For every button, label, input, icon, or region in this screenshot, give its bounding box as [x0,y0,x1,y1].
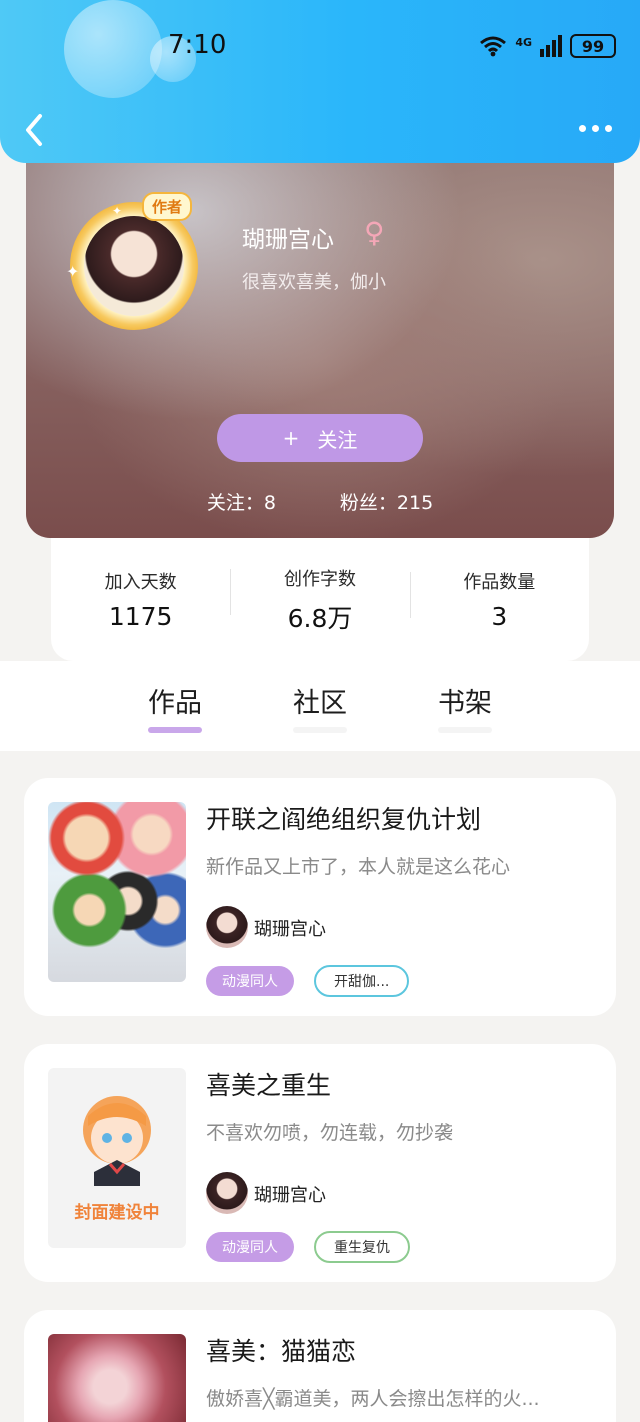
work-description: 新作品又上市了，本人就是这么花心 [206,856,511,878]
follow-counts: 关注：8 粉丝：215 [26,488,614,515]
stat-value: 6.8万 [287,603,353,633]
battery-indicator: 99 [570,34,616,58]
wifi-icon [480,36,507,57]
status-icons: 4G 99 [479,34,616,58]
follow-button[interactable]: + 关注 [217,414,423,462]
stat-value: 1175 [108,602,173,631]
sparkle-icon: ✦ [66,262,80,281]
sub-tag[interactable]: 重生复仇 [314,1231,410,1263]
work-author[interactable]: 瑚珊宫心 [254,915,326,941]
tab-indicator [438,727,492,733]
more-dots-icon [579,124,586,132]
back-button[interactable] [20,110,52,150]
tab-works[interactable]: 作品 [130,681,220,720]
stats-card: 加入天数 1175 创作字数 6.8万 作品数量 3 [51,536,589,661]
tab-community[interactable]: 社区 [275,681,365,720]
stat-label: 加入天数 [104,572,177,593]
work-description: 傲娇喜╳霸道美，两人会擦出怎样的火... [206,1388,540,1410]
work-title[interactable]: 喜美之重生 [206,1066,331,1102]
top-header: 7:10 4G 99 [0,0,640,163]
work-cover[interactable] [48,802,186,982]
plus-icon: + [282,426,300,450]
decorative-bubble [64,0,162,98]
tab-indicator [293,727,347,733]
network-type: 4G [515,36,532,49]
placeholder-mascot-icon [83,1096,151,1186]
stat-join-days: 加入天数 1175 [51,566,230,631]
follow-label: 关注 [317,427,358,452]
avatar [206,906,248,948]
stat-work-count: 作品数量 3 [409,566,589,631]
stat-word-count: 创作字数 6.8万 [230,563,409,635]
following-count[interactable]: 关注：8 [207,488,276,515]
work-card[interactable]: 封面建设中 喜美之重生 不喜欢勿喷，勿连载，勿抄袭 瑚珊宫心 动漫同人 重生复仇 [24,1044,616,1282]
author-badge: 作者 [142,192,193,221]
profile-card: 作者 ✦ ✦ 瑚珊宫心 ♀ 很喜欢喜美，伽小 + 关注 关注：8 粉丝：215 [26,140,614,538]
stat-label: 作品数量 [463,572,536,593]
signal-icon [540,35,562,57]
more-button[interactable] [579,118,612,138]
tab-bar: 作品 社区 书架 [0,661,640,751]
avatar [206,1172,248,1214]
work-author[interactable]: 瑚珊宫心 [254,1181,326,1207]
user-bio: 很喜欢喜美，伽小 [242,272,386,293]
work-title[interactable]: 喜美：猫猫恋 [206,1332,356,1368]
cover-placeholder-text: 封面建设中 [74,1203,160,1223]
tab-bookshelf[interactable]: 书架 [420,681,510,720]
stat-value: 3 [491,602,508,631]
female-icon: ♀ [364,216,385,249]
sub-tag[interactable]: 开甜伽... [314,965,410,997]
stat-label: 创作字数 [283,568,356,590]
active-tab-indicator [148,727,202,733]
avatar [84,216,184,316]
user-name: 瑚珊宫心 [242,227,334,253]
status-time: 7:10 [168,30,227,60]
genre-tag[interactable]: 动漫同人 [206,966,294,996]
work-card[interactable]: 喜美：猫猫恋 傲娇喜╳霸道美，两人会擦出怎样的火... [24,1310,616,1422]
fans-count[interactable]: 粉丝：215 [340,488,433,515]
work-cover[interactable] [48,1334,186,1422]
work-cover[interactable]: 封面建设中 [48,1068,186,1248]
work-description: 不喜欢勿喷，勿连载，勿抄袭 [206,1122,454,1144]
genre-tag[interactable]: 动漫同人 [206,1232,294,1262]
sparkle-icon: ✦ [112,204,123,218]
work-title[interactable]: 开联之阎绝组织复仇计划 [206,800,481,836]
author-avatar[interactable]: 作者 ✦ ✦ [66,192,200,330]
work-card[interactable]: 开联之阎绝组织复仇计划 新作品又上市了，本人就是这么花心 瑚珊宫心 动漫同人 开… [24,778,616,1016]
